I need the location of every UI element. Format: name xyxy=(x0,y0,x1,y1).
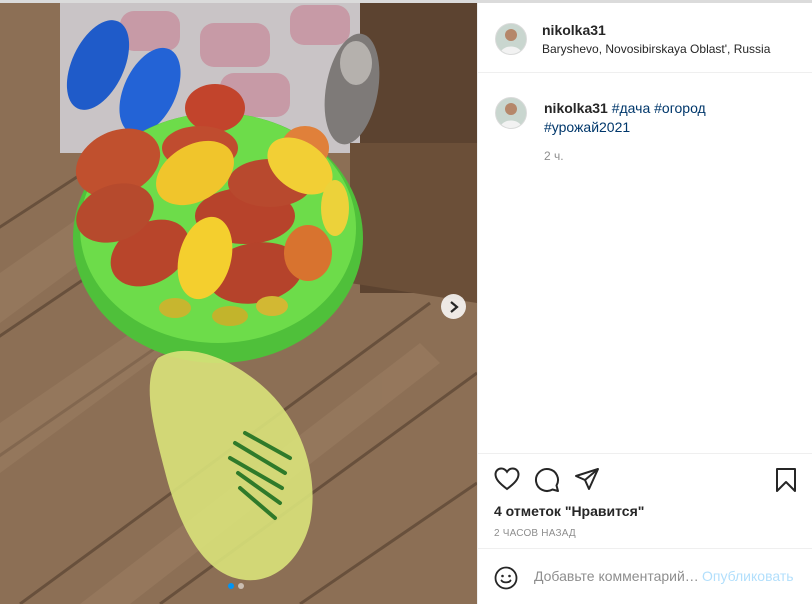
share-icon xyxy=(575,468,599,490)
carousel-dot xyxy=(238,583,244,589)
avatar[interactable] xyxy=(495,23,527,55)
hashtag-link[interactable]: #дача xyxy=(612,100,651,116)
next-photo-button[interactable] xyxy=(441,294,466,319)
post-photo[interactable] xyxy=(0,3,477,604)
caption-username[interactable]: nikolka31 xyxy=(544,100,608,116)
comment-input[interactable] xyxy=(534,568,704,584)
post-header: nikolka31 Baryshevo, Novosibirskaya Obla… xyxy=(478,3,812,73)
post-panel: nikolka31 Baryshevo, Novosibirskaya Obla… xyxy=(477,3,812,604)
avatar-image xyxy=(496,98,526,128)
emoji-button[interactable] xyxy=(494,566,518,595)
comment-form: Опубликовать xyxy=(478,548,812,604)
harvest-photo xyxy=(0,3,477,604)
post-username[interactable]: nikolka31 xyxy=(542,22,606,38)
avatar-image xyxy=(496,24,526,54)
post-caption: nikolka31 #дача #огород #урожай2021 xyxy=(544,99,794,137)
publish-button[interactable]: Опубликовать xyxy=(702,568,794,584)
share-button[interactable] xyxy=(574,467,600,496)
post-location[interactable]: Baryshevo, Novosibirskaya Oblast', Russi… xyxy=(542,42,770,56)
carousel-dot-active xyxy=(228,583,234,589)
post-actions: 4 отметок "Нравится" 2 ЧАСОВ НАЗАД Опубл… xyxy=(478,453,812,605)
chevron-right-icon xyxy=(449,300,459,313)
caption-avatar[interactable] xyxy=(495,97,527,129)
save-button[interactable] xyxy=(775,467,797,498)
caption-time[interactable]: 2 ч. xyxy=(544,149,564,163)
posted-time[interactable]: 2 ЧАСОВ НАЗАД xyxy=(494,528,576,539)
likes-count[interactable]: 4 отметок "Нравится" xyxy=(494,503,644,519)
carousel-indicator xyxy=(228,583,244,589)
hashtag-link[interactable]: #огород xyxy=(654,100,706,116)
comment-icon xyxy=(535,468,559,492)
bookmark-icon xyxy=(776,468,796,492)
like-button[interactable] xyxy=(494,467,520,496)
comment-button[interactable] xyxy=(534,467,560,498)
heart-icon xyxy=(494,467,520,491)
hashtag-link[interactable]: #урожай2021 xyxy=(544,119,630,135)
smiley-icon xyxy=(494,566,518,590)
